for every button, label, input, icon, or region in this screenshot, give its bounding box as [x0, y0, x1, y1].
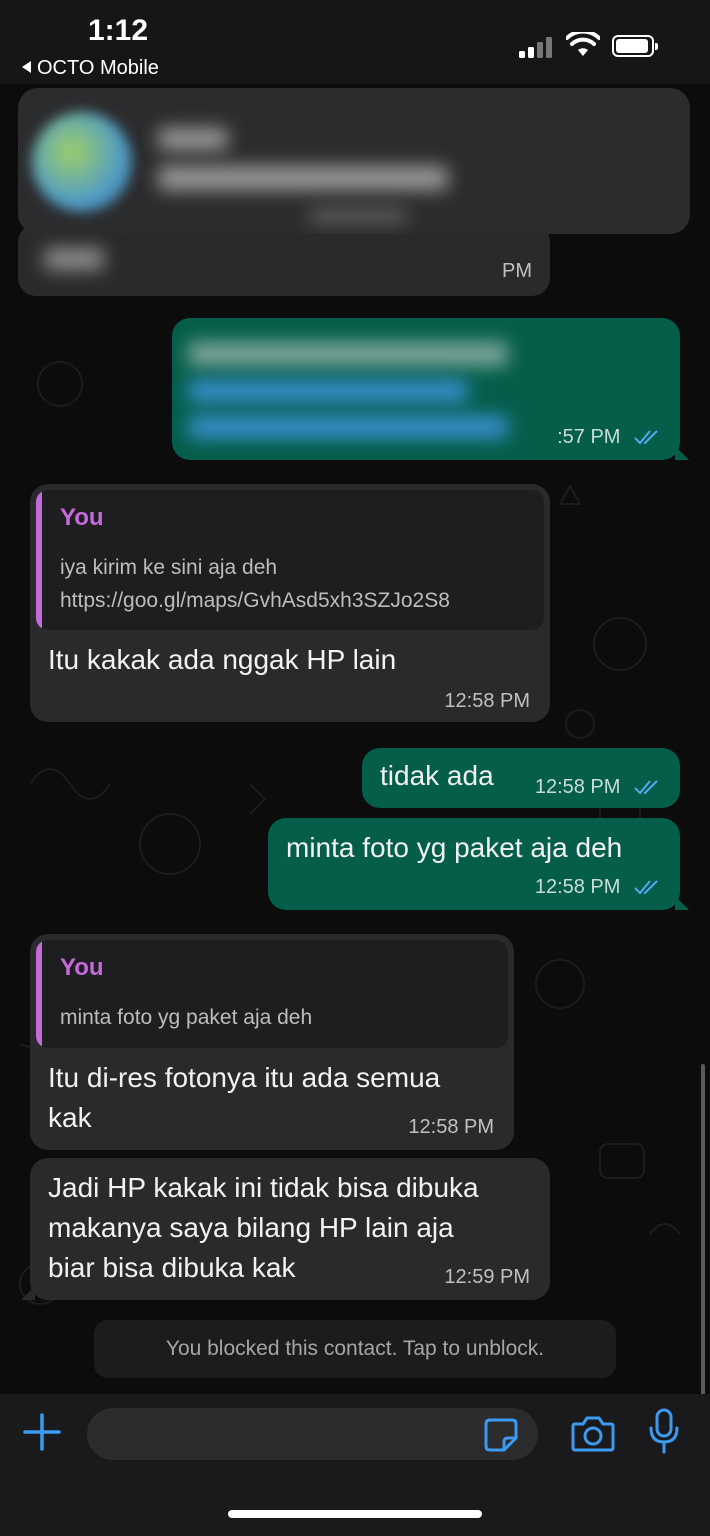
- message-input[interactable]: [87, 1408, 538, 1460]
- wifi-icon: [566, 32, 600, 56]
- status-bar: 1:12 OCTO Mobile: [0, 0, 710, 84]
- quoted-message[interactable]: You minta foto yg paket aja deh: [36, 940, 508, 1048]
- quote-accent-bar: [36, 940, 42, 1048]
- message-time: :57 PM: [557, 426, 621, 448]
- message-bubble-incoming[interactable]: You minta foto yg paket aja deh Itu di-r…: [30, 934, 514, 1150]
- message-text-line3: biar bisa dibuka kak: [48, 1252, 296, 1283]
- notification-preview-blurred[interactable]: [18, 88, 690, 234]
- quote-text-line1: iya kirim ke sini aja deh: [60, 556, 278, 579]
- message-text-line1: Itu di-res fotonya itu ada semua: [48, 1062, 441, 1093]
- scroll-indicator[interactable]: [701, 1064, 705, 1394]
- blocked-contact-notice[interactable]: You blocked this contact. Tap to unblock…: [94, 1320, 616, 1378]
- message-bubble-outgoing-blurred[interactable]: :57 PM: [172, 318, 689, 460]
- message-bubble-outgoing[interactable]: minta foto yg paket aja deh 12:58 PM: [268, 818, 689, 910]
- microphone-icon[interactable]: [648, 1408, 680, 1454]
- camera-icon[interactable]: [571, 1414, 615, 1452]
- avatar: [32, 112, 132, 212]
- message-time: 12:58 PM: [534, 876, 621, 898]
- back-to-app-button[interactable]: OCTO Mobile: [22, 57, 159, 80]
- quote-text-line2: https://goo.gl/maps/GvhAsd5xh3SZJo2S8: [60, 589, 450, 612]
- read-ticks-icon: [634, 780, 658, 795]
- message-text: Itu kakak ada nggak HP lain: [48, 644, 397, 675]
- message-text-line2: makanya saya bilang HP lain aja: [48, 1212, 454, 1243]
- message-text-line2: kak: [48, 1102, 92, 1133]
- message-time: PM: [502, 260, 532, 282]
- quoted-message[interactable]: You iya kirim ke sini aja deh https://go…: [36, 490, 544, 630]
- sticker-icon[interactable]: [482, 1416, 520, 1454]
- read-ticks-icon: [634, 880, 658, 895]
- quote-text-line1: minta foto yg paket aja deh: [60, 1006, 313, 1029]
- quote-author: You: [60, 954, 104, 981]
- status-time: 1:12: [88, 14, 149, 47]
- quote-author: You: [60, 504, 104, 531]
- cellular-signal-icon: [519, 36, 553, 58]
- message-meta: :57 PM: [557, 426, 660, 449]
- chat-area[interactable]: PM :57 PM You iya kirim ke sini aja deh …: [0, 84, 710, 1394]
- battery-icon: [612, 35, 658, 57]
- message-time: 12:58 PM: [408, 1116, 494, 1138]
- back-app-label: OCTO Mobile: [37, 57, 159, 79]
- home-indicator[interactable]: [228, 1510, 482, 1518]
- message-bubble-incoming[interactable]: Jadi HP kakak ini tidak bisa dibuka maka…: [21, 1158, 550, 1300]
- quote-accent-bar: [36, 490, 42, 630]
- message-meta: 12:58 PM: [535, 776, 660, 799]
- message-bubble-incoming[interactable]: You iya kirim ke sini aja deh https://go…: [30, 484, 550, 722]
- message-time: 12:58 PM: [444, 690, 530, 712]
- message-input-bar: [0, 1394, 710, 1536]
- message-bubble-outgoing[interactable]: tidak ada 12:58 PM: [362, 748, 680, 808]
- back-triangle-icon: [22, 61, 31, 73]
- message-text: tidak ada: [380, 760, 494, 791]
- message-time: 12:58 PM: [534, 776, 621, 798]
- message-meta: 12:58 PM: [535, 876, 660, 899]
- message-text-line1: Jadi HP kakak ini tidak bisa dibuka: [48, 1172, 479, 1203]
- plus-icon[interactable]: [22, 1412, 62, 1452]
- message-text: minta foto yg paket aja deh: [286, 832, 623, 863]
- read-ticks-icon: [634, 430, 658, 445]
- message-time: 12:59 PM: [444, 1266, 530, 1288]
- message-bubble-incoming-blurred[interactable]: PM: [18, 224, 550, 296]
